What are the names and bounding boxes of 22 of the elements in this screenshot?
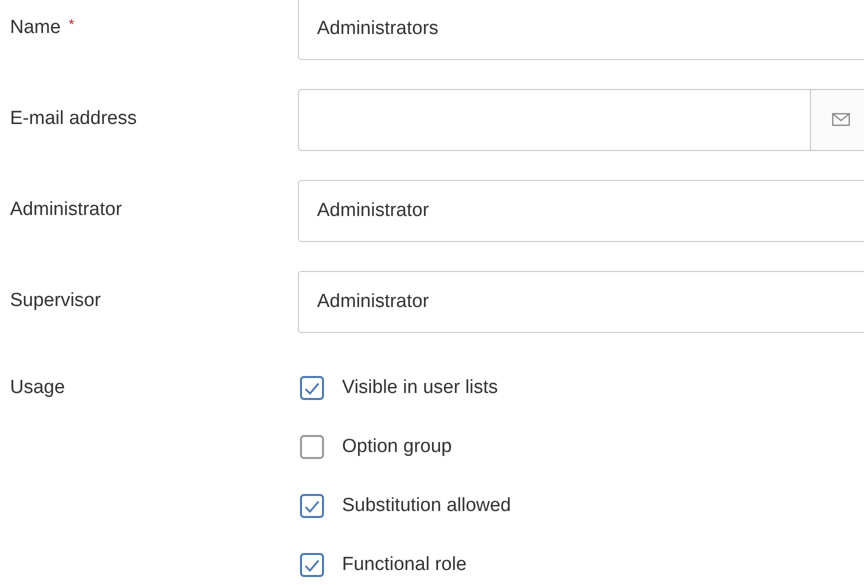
text-field[interactable]: Administrator <box>298 270 864 332</box>
email-field[interactable] <box>298 88 811 150</box>
field-label: Supervisor <box>10 289 101 314</box>
checkbox[interactable] <box>300 435 324 459</box>
envelope-icon <box>832 113 850 126</box>
checkbox[interactable] <box>300 494 324 518</box>
checkbox-label: Visible in user lists <box>342 376 498 400</box>
checkbox-label: Substitution allowed <box>342 494 511 518</box>
checkmark-icon <box>304 500 320 512</box>
field-label: Usage <box>10 376 65 400</box>
field-label: E-mail address <box>10 107 137 132</box>
checkbox[interactable] <box>300 553 324 577</box>
checkmark-icon <box>304 558 320 572</box>
checkbox-label: Functional role <box>342 552 467 577</box>
text-field[interactable]: Administrators <box>298 0 864 60</box>
checkbox[interactable] <box>300 376 324 400</box>
text-field[interactable]: Administrator <box>298 180 864 242</box>
checkbox-label: Option group <box>342 434 452 459</box>
field-label: Name <box>10 16 61 40</box>
checkmark-icon <box>304 382 320 394</box>
field-label: Administrator <box>10 198 122 222</box>
required-mark: * <box>68 15 74 34</box>
